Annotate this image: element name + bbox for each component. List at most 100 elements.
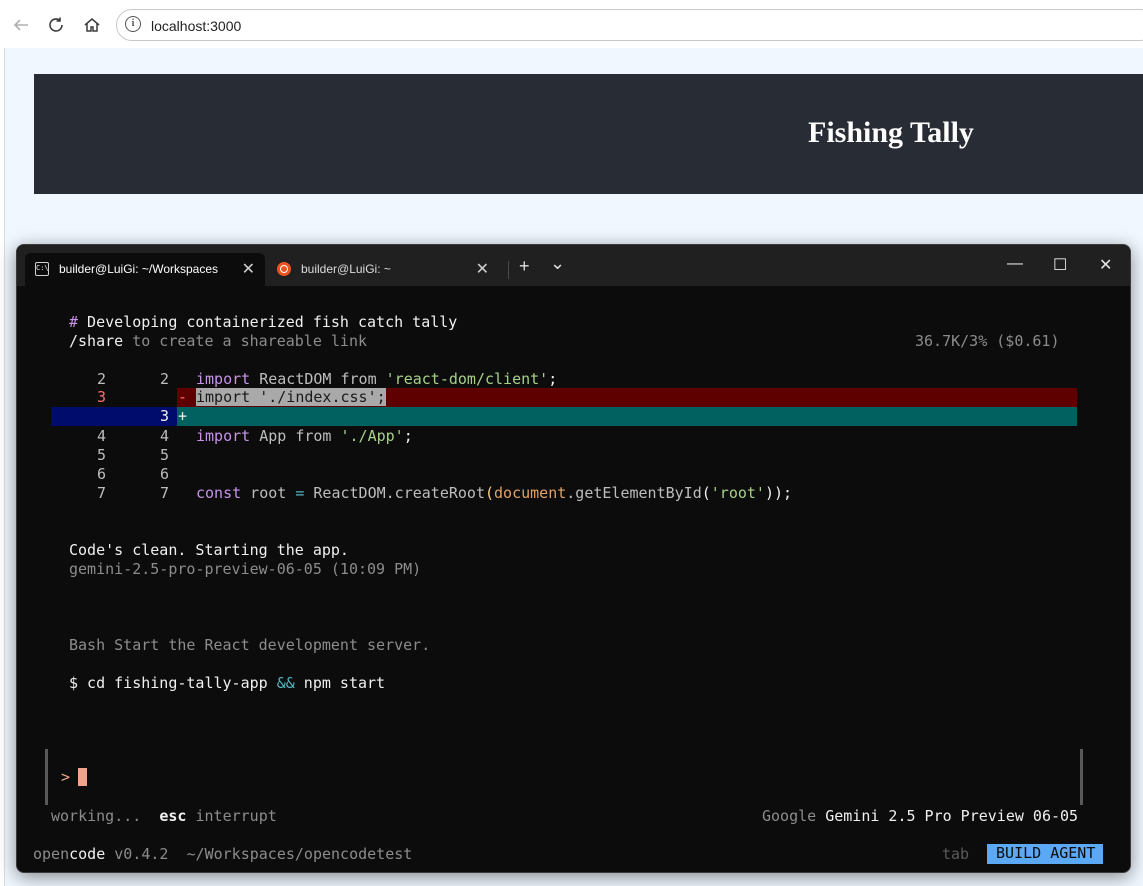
separator [508,261,509,279]
version: v0.4.2 [105,845,169,863]
identifier: ReactDOM [250,370,341,388]
tab-dropdown-button[interactable]: ⌄ [550,253,565,274]
identifier: App [250,427,296,445]
brand-code: code [69,845,106,863]
line-number-new: 2 [160,370,170,388]
identifier: ReactDOM [304,484,386,502]
identifier: document [494,484,567,502]
minimize-button[interactable]: — [1007,255,1023,273]
share-hint: /share to create a shareable link [69,332,367,351]
keyword: from [295,427,332,445]
arrow-left-icon [13,19,28,31]
home-button[interactable] [80,13,104,37]
assistant-message: Code's clean. Starting the app. [69,541,349,559]
code-line: const root = ReactDOM.createRoot(documen… [196,484,792,503]
address-bar[interactable]: i localhost:3000 [116,9,1143,41]
home-icon [84,18,100,32]
esc-key[interactable]: esc [159,807,186,825]
string: 'root' [710,484,765,502]
page-title: Fishing Tally [808,116,974,149]
maximize-button[interactable]: ☐ [1053,255,1067,275]
code-line: import App from './App'; [196,427,413,446]
agent-badge[interactable]: BUILD AGENT [987,844,1103,864]
method: .createRoot [385,484,485,502]
agent-label: BUILD AGENT [987,844,1096,862]
app-header: Fishing Tally [34,74,1143,194]
punctuation: ( [485,484,495,502]
reload-button[interactable] [44,13,68,37]
method: .getElementById [566,484,702,502]
deleted-code: import './index.css'; [196,388,386,406]
session-title: # Developing containerized fish catch ta… [69,313,457,332]
code-line: import ReactDOM from 'react-dom/client'; [196,370,557,389]
message-meta: gemini-2.5-pro-preview-06-05 (10:09 PM) [69,560,422,578]
string: 'react-dom/client' [376,370,549,388]
terminal-icon: C:\ [35,262,49,276]
working-directory: ~/Workspaces/opencodetest [168,845,413,863]
tab-home[interactable]: builder@LuiGi: ~ ✕ [267,253,499,286]
line-number-old: 2 [97,370,107,388]
command-part: cd fishing-tally-app [78,674,277,692]
line-number-old: 6 [97,465,107,483]
working-indicator: working... [51,807,142,825]
keyword: const [196,484,242,502]
footer-info: opencode v0.4.2 ~/Workspaces/opencodetes… [33,845,412,864]
model-info: Google Gemini 2.5 Pro Preview 06-05 [762,807,1078,826]
provider-name: Google [762,807,826,825]
bash-command: $ cd fishing-tally-app && npm start [69,674,385,693]
line-number-new: 7 [160,484,170,502]
command-part: npm start [294,674,386,692]
tab-hint: tab [942,845,970,863]
keyword: import [196,427,251,445]
keyword: import [196,370,251,388]
diff-added-line-bg [177,407,1077,426]
shell-prompt: $ [69,674,79,692]
terminal-titlebar: C:\ builder@LuiGi: ~/Workspaces ✕ builde… [17,245,1130,286]
terminal-window: C:\ builder@LuiGi: ~/Workspaces ✕ builde… [16,244,1131,873]
punctuation: ; [548,370,558,388]
back-button[interactable] [9,13,33,37]
line-number-old: 3 [97,388,107,406]
operator: && [276,674,295,692]
line-number-old: 5 [97,446,107,464]
close-tab-button[interactable]: ✕ [242,259,255,279]
punctuation: ( [701,484,711,502]
url-text: localhost:3000 [151,18,242,34]
status-line: working... esc interrupt [51,807,277,826]
identifier: root [241,484,296,502]
line-number-new: 4 [160,427,170,445]
diff-added-gutter-bg [51,407,177,426]
input-border-left [45,749,48,805]
tab-label: builder@LuiGi: ~ [301,262,391,276]
share-command: /share [69,332,124,350]
browser-toolbar: i localhost:3000 [0,0,1143,48]
tab-label: builder@LuiGi: ~/Workspaces [59,262,219,276]
close-tab-button[interactable]: ✕ [476,259,489,279]
line-number-new: 3 [160,407,170,425]
session-title-text: Developing containerized fish catch tall… [78,313,458,331]
diff-plus-sign: + [178,407,188,425]
text-cursor[interactable] [78,768,87,786]
input-border-right [1080,749,1083,805]
ubuntu-icon [277,262,291,276]
punctuation: ; [403,427,413,445]
close-window-button[interactable]: ✕ [1099,255,1112,275]
new-tab-button[interactable]: + [519,256,530,277]
line-number-new: 5 [160,446,170,464]
string: './App' [331,427,404,445]
info-icon[interactable]: i [125,16,141,32]
reload-icon [49,17,63,32]
line-number-old: 4 [97,427,107,445]
punctuation: )); [764,484,793,502]
usage-stats: 36.7K/3% ($0.61) [915,332,1060,350]
keyword: from [340,370,377,388]
deleted-code-line: import './index.css'; [196,388,386,407]
share-text: to create a shareable link [123,332,368,350]
interrupt-label: interrupt [186,807,277,825]
brand-open: open [33,845,70,863]
line-number-new: 6 [160,465,170,483]
model-name: Gemini 2.5 Pro Preview 06-05 [825,807,1079,825]
input-prompt: > [61,768,71,786]
hash-mark: # [69,313,79,331]
tab-workspaces[interactable]: C:\ builder@LuiGi: ~/Workspaces ✕ [25,253,265,286]
